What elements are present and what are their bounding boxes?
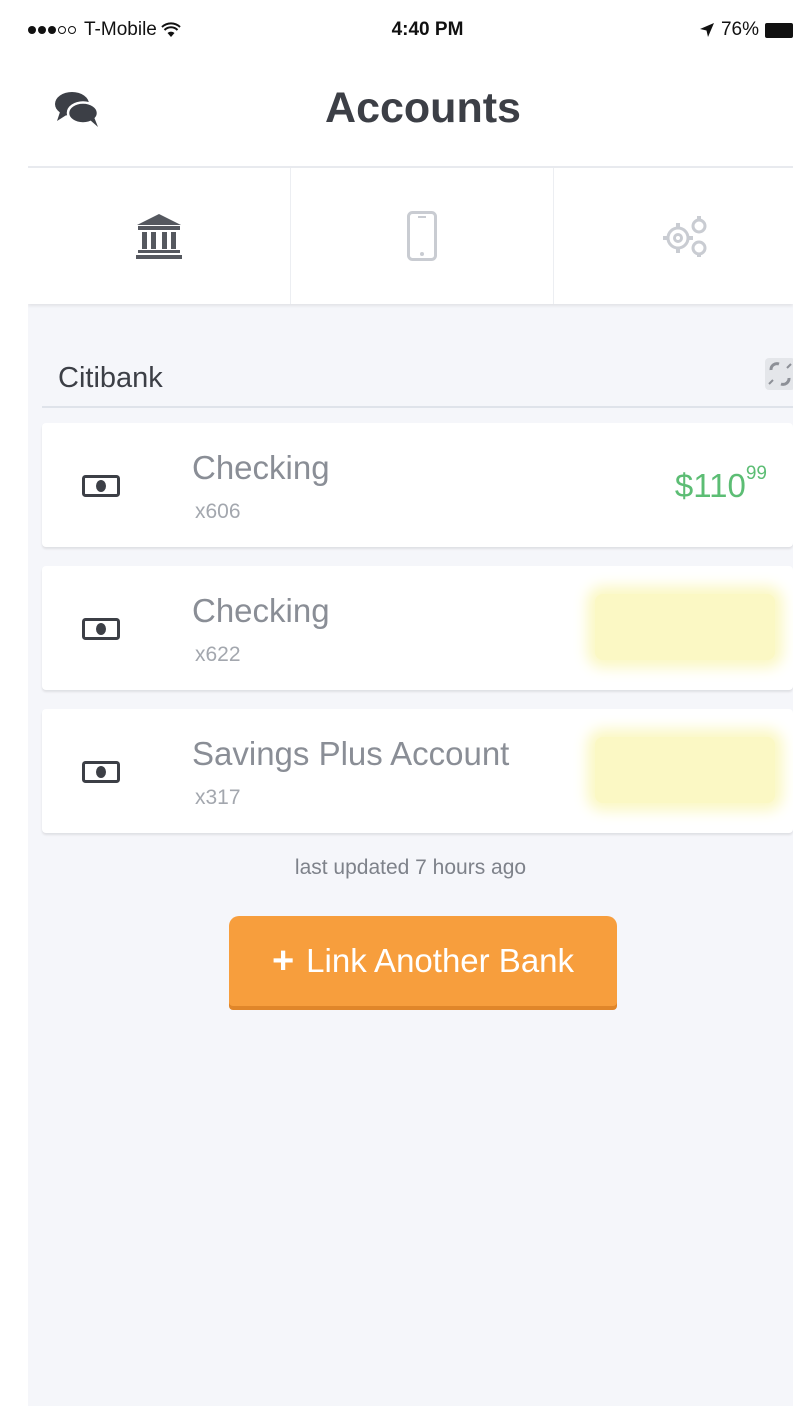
plus-icon: +: [271, 940, 295, 982]
battery-percent: 76%: [720, 19, 759, 40]
redacted-balance: [595, 594, 775, 660]
page-title: Accounts: [325, 84, 521, 132]
account-number: x317: [195, 786, 241, 809]
battery-icon: [765, 22, 793, 38]
unlink-icon[interactable]: [765, 358, 793, 390]
app-screen: Accounts Citibank Checking x606 $11099 C…: [28, 0, 793, 1406]
phone-icon: [407, 211, 437, 261]
tab-bar: [28, 168, 793, 304]
account-number: x622: [195, 643, 241, 666]
account-card[interactable]: Savings Plus Account x317: [42, 709, 793, 833]
account-name: Checking: [192, 449, 330, 486]
status-battery-group: 76%: [699, 19, 793, 41]
money-icon: [82, 761, 120, 783]
account-card[interactable]: Checking x622: [42, 566, 793, 690]
gears-icon: [662, 216, 706, 257]
tab-banks[interactable]: [28, 168, 291, 304]
balance-dollars: $110: [674, 467, 746, 504]
link-bank-label: Link Another Bank: [306, 942, 575, 979]
bank-header: Citibank: [42, 352, 793, 408]
nav-header: Accounts: [28, 62, 793, 168]
money-icon: [82, 618, 120, 640]
bank-name: Citibank: [58, 362, 163, 394]
balance-cents: 99: [745, 463, 767, 484]
account-name: Checking: [192, 592, 330, 629]
money-icon: [82, 475, 120, 497]
location-arrow-icon: [699, 23, 714, 37]
account-name: Savings Plus Account: [192, 735, 510, 772]
redacted-balance: [595, 737, 775, 803]
link-another-bank-button[interactable]: + Link Another Bank: [229, 916, 617, 1006]
status-time: 4:40 PM: [391, 19, 464, 40]
tab-settings[interactable]: [554, 168, 793, 304]
account-balance: $11099: [674, 463, 767, 505]
tab-devices[interactable]: [291, 168, 554, 304]
bank-icon: [136, 214, 182, 259]
last-updated-text: last updated 7 hours ago: [294, 856, 527, 879]
account-card[interactable]: Checking x606 $11099: [42, 423, 793, 547]
status-bar: T-Mobile 4:40 PM 76%: [0, 0, 793, 62]
account-number: x606: [195, 500, 241, 523]
